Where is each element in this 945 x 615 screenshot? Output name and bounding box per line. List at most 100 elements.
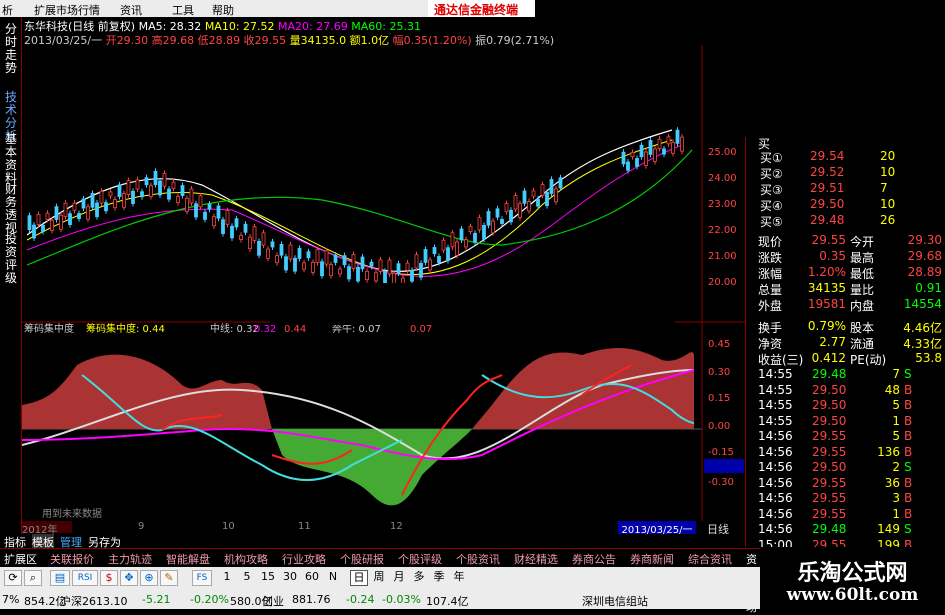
- quote-key-2: 流通: [850, 337, 875, 351]
- candle-body: [369, 261, 374, 267]
- menu-help[interactable]: 帮助: [212, 2, 234, 18]
- search-icon[interactable]: ⌕: [24, 570, 42, 586]
- candle-body: [140, 191, 144, 198]
- refresh-icon[interactable]: ⟳: [4, 570, 22, 586]
- tick-volume: 5: [892, 398, 900, 412]
- candle-body: [248, 236, 252, 250]
- period-button-7[interactable]: 周: [370, 570, 388, 586]
- page-tab-12[interactable]: 综合资讯: [688, 551, 732, 567]
- page-tab-0[interactable]: 扩展区: [4, 551, 37, 567]
- tick-direction: B: [904, 491, 913, 505]
- candle-body: [356, 266, 360, 282]
- period-button-6[interactable]: 日: [350, 570, 368, 586]
- candle-body: [396, 263, 401, 274]
- quote-row: 总量 34135 量比 0.91: [746, 281, 945, 297]
- candle-body: [59, 214, 63, 230]
- period-button-0[interactable]: 1: [218, 570, 236, 586]
- page-tab-11[interactable]: 券商新闻: [630, 551, 674, 567]
- ad-banner[interactable]: 通达信金融终端: [428, 0, 535, 17]
- quote-row: 换手 0.79% 股本 4.46亿: [746, 319, 945, 335]
- period-button-2[interactable]: 15: [258, 570, 278, 586]
- page-tab-8[interactable]: 个股资讯: [456, 551, 500, 567]
- ma60-line: [26, 149, 693, 266]
- zoom-icon[interactable]: ⊕: [140, 570, 158, 586]
- chart-icon[interactable]: ▤: [50, 570, 70, 586]
- candle-body: [500, 219, 504, 224]
- candle-body: [491, 220, 495, 234]
- candle-body: [63, 202, 68, 217]
- page-tab-7[interactable]: 个股评级: [398, 551, 442, 567]
- menu-info[interactable]: 资讯: [120, 2, 142, 18]
- candle-body: [365, 270, 369, 281]
- candle-body: [239, 235, 243, 240]
- candle-body: [495, 208, 500, 218]
- tick-time: 14:56: [758, 475, 793, 490]
- orderbook-price: 29.50: [810, 197, 845, 211]
- quote-value-2: 28.89: [907, 265, 942, 279]
- tick-row: 14:56 29.50 2 S: [746, 460, 945, 476]
- tick-time: 14:56: [758, 522, 793, 536]
- candle-body: [113, 199, 117, 209]
- bar-info-line: 2013/03/25/一 开29.30 高29.68 低28.89 收29.55…: [24, 32, 554, 47]
- tab-rating[interactable]: 投资评级: [3, 233, 19, 285]
- page-tab-3[interactable]: 智能解盘: [166, 551, 210, 567]
- move-icon[interactable]: ✥: [120, 570, 138, 586]
- tab-fundamentals[interactable]: 基本资料: [3, 133, 19, 185]
- price-tick: 20.00: [708, 277, 737, 288]
- tick-direction: B: [904, 382, 913, 397]
- draw-icon[interactable]: ✎: [160, 570, 178, 586]
- menu-analysis[interactable]: 析: [2, 2, 13, 18]
- period-button-1[interactable]: 5: [238, 570, 256, 586]
- page-tab-10[interactable]: 券商公告: [572, 551, 616, 567]
- candle-body: [297, 247, 302, 259]
- candle-body: [635, 158, 639, 167]
- watermark-url: www.60lt.com: [786, 585, 919, 605]
- page-tab-6[interactable]: 个股研报: [340, 551, 384, 567]
- status-server[interactable]: 深圳电信组站: [582, 593, 648, 609]
- candle-body: [558, 177, 563, 189]
- candle-body: [302, 262, 306, 270]
- quote-value-1: 0.79%: [807, 319, 846, 333]
- page-tabs: 扩展区 关联报价 主力轨迹 智能解盘 机构攻略 行业攻略 个股研报 个股评级 个股资讯 财经精选券…: [0, 548, 760, 614]
- tab-finance[interactable]: 财务透视: [3, 183, 19, 235]
- dollar-icon[interactable]: $: [100, 570, 118, 586]
- candle-body: [185, 198, 189, 212]
- page-tab-2[interactable]: 主力轨迹: [108, 551, 152, 567]
- rsi-icon[interactable]: RSI: [72, 570, 98, 586]
- quote-value-1: 19581: [807, 297, 846, 311]
- fs-icon[interactable]: FS: [192, 570, 212, 586]
- candle-body: [234, 218, 239, 228]
- candle-body: [455, 241, 459, 256]
- period-button-8[interactable]: 月: [390, 570, 408, 586]
- page-tab-1[interactable]: 关联报价: [50, 551, 94, 567]
- quote-row: 收益(三) 0.412 PE(动) 53.8: [746, 351, 945, 367]
- green-area: [272, 429, 472, 506]
- quote-value-1: 29.55: [811, 233, 846, 247]
- period-button-3[interactable]: 30: [280, 570, 300, 586]
- menu-ext-market[interactable]: 扩展市场行情: [34, 2, 100, 18]
- candle-body: [81, 198, 86, 209]
- month-label-10: 10: [222, 521, 235, 532]
- period-button-10[interactable]: 季: [430, 570, 448, 586]
- page-tab-4[interactable]: 机构攻略: [224, 551, 268, 567]
- tick-volume: 7: [892, 367, 900, 381]
- period-button-11[interactable]: 年: [450, 570, 468, 586]
- orderbook-volume: 7: [880, 181, 888, 195]
- candle-body: [329, 264, 333, 276]
- period-button-4[interactable]: 60: [302, 570, 322, 586]
- status-index-pct: -0.20%: [190, 593, 229, 606]
- tick-price: 29.55: [812, 475, 847, 490]
- quote-value-2: 29.68: [907, 249, 942, 263]
- candle-body: [90, 192, 95, 208]
- quote-key-2: 今开: [850, 235, 875, 249]
- tick-row: 14:55 29.50 5 B: [746, 398, 945, 414]
- indicator-tick: 0.45: [708, 339, 730, 350]
- candle-body: [518, 203, 522, 218]
- candle-body: [522, 190, 527, 204]
- menu-tools[interactable]: 工具: [172, 2, 194, 18]
- page-tab-5[interactable]: 行业攻略: [282, 551, 326, 567]
- page-tab-9[interactable]: 财经精选: [514, 551, 558, 567]
- tab-intraday[interactable]: 分时走势: [3, 23, 19, 75]
- period-button-9[interactable]: 多: [410, 570, 428, 586]
- period-button-5[interactable]: N: [324, 570, 342, 586]
